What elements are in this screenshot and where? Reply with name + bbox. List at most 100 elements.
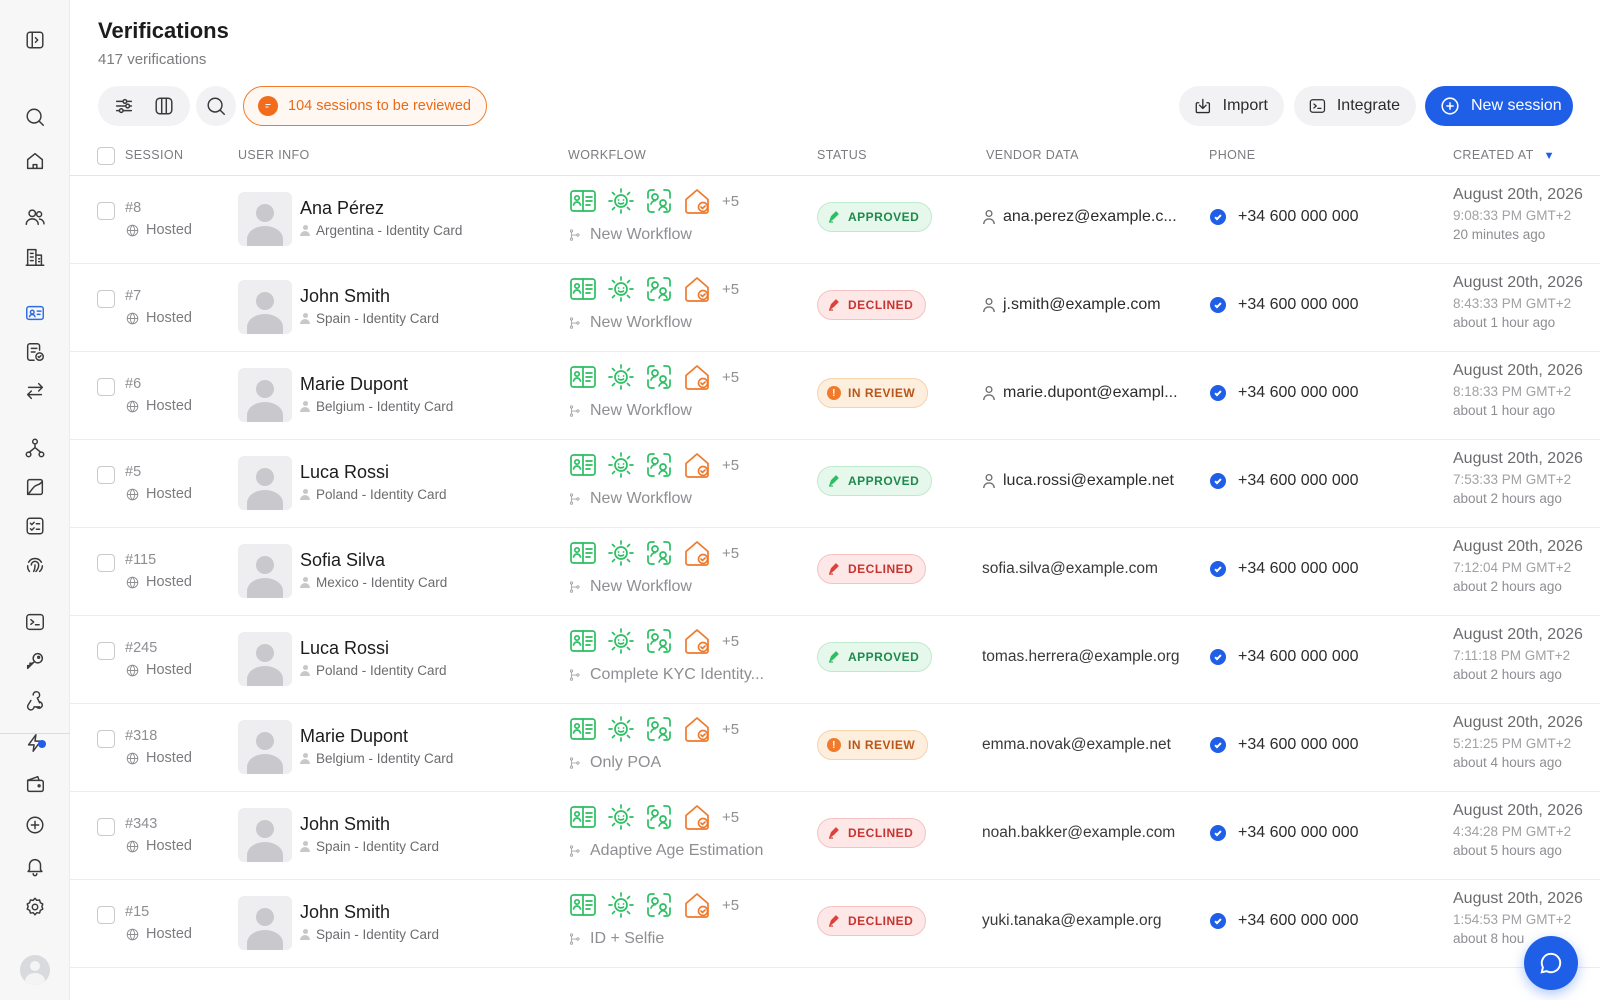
integrate-button[interactable]: Integrate [1294, 86, 1416, 126]
more-steps-count[interactable]: +5 [722, 457, 739, 474]
more-steps-count[interactable]: +5 [722, 897, 739, 914]
more-steps-count[interactable]: +5 [722, 193, 739, 210]
table-row[interactable]: #115 Hosted Sofia Silva Mexico - Identit… [70, 528, 1600, 616]
vendor-data[interactable]: ana.perez@example.c... [982, 208, 1177, 226]
session-id[interactable]: #7 [125, 288, 141, 304]
vendor-data[interactable]: emma.novak@example.net [982, 736, 1171, 754]
vendor-data[interactable]: luca.rossi@example.net [982, 472, 1174, 490]
vendor-data[interactable]: j.smith@example.com [982, 296, 1161, 314]
terminal-icon[interactable] [21, 608, 49, 636]
user-name[interactable]: Luca Rossi [300, 462, 389, 483]
table-row[interactable]: #343 Hosted John Smith Spain - Identity … [70, 792, 1600, 880]
filters-icon[interactable] [106, 88, 142, 124]
column-session[interactable]: SESSION [125, 148, 183, 162]
more-steps-count[interactable]: +5 [722, 545, 739, 562]
user-name[interactable]: John Smith [300, 902, 390, 923]
row-checkbox[interactable] [97, 378, 115, 396]
import-button[interactable]: Import [1179, 86, 1284, 126]
session-id[interactable]: #343 [125, 816, 157, 832]
session-id[interactable]: #115 [125, 552, 156, 568]
id-card-icon[interactable] [21, 299, 49, 327]
table-row[interactable]: #7 Hosted John Smith Spain - Identity Ca… [70, 264, 1600, 352]
user-name[interactable]: Marie Dupont [300, 374, 408, 395]
home-icon[interactable] [21, 147, 49, 175]
table-row[interactable]: #8 Hosted Ana Pérez Argentina - Identity… [70, 176, 1600, 264]
sort-desc-icon[interactable]: ▼ [1544, 150, 1555, 162]
settings-icon[interactable] [21, 893, 49, 921]
more-steps-count[interactable]: +5 [722, 809, 739, 826]
more-steps-count[interactable]: +5 [722, 369, 739, 386]
sessions-to-review-filter[interactable]: 104 sessions to be reviewed [243, 86, 487, 126]
column-workflow[interactable]: WORKFLOW [568, 148, 646, 162]
vendor-data[interactable]: marie.dupont@exampl... [982, 384, 1178, 402]
new-session-button[interactable]: New session [1425, 86, 1573, 126]
user-name[interactable]: Marie Dupont [300, 726, 408, 747]
row-checkbox[interactable] [97, 290, 115, 308]
transfer-icon[interactable] [21, 377, 49, 405]
session-id[interactable]: #6 [125, 376, 141, 392]
row-checkbox[interactable] [97, 202, 115, 220]
user-name[interactable]: Sofia Silva [300, 550, 385, 571]
vendor-data[interactable]: tomas.herrera@example.org [982, 648, 1180, 666]
row-checkbox[interactable] [97, 818, 115, 836]
key-icon[interactable] [21, 647, 49, 675]
user-name[interactable]: John Smith [300, 286, 390, 307]
workflow-icon[interactable] [21, 434, 49, 462]
column-status[interactable]: STATUS [817, 148, 867, 162]
workflow-name[interactable]: New Workflow [568, 226, 692, 244]
table-row[interactable]: #318 Hosted Marie Dupont Belgium - Ident… [70, 704, 1600, 792]
row-checkbox[interactable] [97, 642, 115, 660]
vendor-data[interactable]: sofia.silva@example.com [982, 560, 1158, 578]
workflow-name[interactable]: New Workflow [568, 490, 692, 508]
workflow-name[interactable]: ID + Selfie [568, 930, 664, 948]
plus-circle-icon[interactable] [21, 811, 49, 839]
session-id[interactable]: #318 [125, 728, 157, 744]
more-steps-count[interactable]: +5 [722, 281, 739, 298]
collapse-sidebar-icon[interactable] [21, 26, 49, 54]
column-vendor-data[interactable]: VENDOR DATA [986, 148, 1079, 162]
buildings-icon[interactable] [21, 243, 49, 271]
document-check-icon[interactable] [21, 338, 49, 366]
table-row[interactable]: #6 Hosted Marie Dupont Belgium - Identit… [70, 352, 1600, 440]
select-all-checkbox[interactable] [97, 147, 115, 165]
session-id[interactable]: #8 [125, 200, 141, 216]
more-steps-count[interactable]: +5 [722, 721, 739, 738]
vendor-data[interactable]: noah.bakker@example.com [982, 824, 1175, 842]
row-checkbox[interactable] [97, 906, 115, 924]
more-steps-count[interactable]: +5 [722, 633, 739, 650]
user-name[interactable]: Ana Pérez [300, 198, 384, 219]
table-row[interactable]: #5 Hosted Luca Rossi Poland - Identity C… [70, 440, 1600, 528]
checklist-icon[interactable] [21, 512, 49, 540]
row-checkbox[interactable] [97, 730, 115, 748]
wallet-icon[interactable] [21, 770, 49, 798]
users-icon[interactable] [21, 203, 49, 231]
column-created-at[interactable]: CREATED AT ▼ [1453, 148, 1555, 162]
fingerprint-icon[interactable] [21, 551, 49, 579]
session-id[interactable]: #15 [125, 904, 149, 920]
user-name[interactable]: Luca Rossi [300, 638, 389, 659]
session-id[interactable]: #245 [125, 640, 157, 656]
user-avatar[interactable] [20, 955, 50, 985]
column-user-info[interactable]: USER INFO [238, 148, 310, 162]
workflow-name[interactable]: New Workflow [568, 314, 692, 332]
webhook-icon[interactable] [21, 686, 49, 714]
user-name[interactable]: John Smith [300, 814, 390, 835]
workflow-name[interactable]: Only POA [568, 754, 661, 772]
bell-icon[interactable] [21, 852, 49, 880]
workflow-name[interactable]: Adaptive Age Estimation [568, 842, 763, 860]
columns-icon[interactable] [146, 88, 182, 124]
search-icon[interactable] [21, 103, 49, 131]
vendor-data[interactable]: yuki.tanaka@example.org [982, 912, 1161, 930]
support-chat-button[interactable] [1524, 936, 1578, 990]
workflow-name[interactable]: New Workflow [568, 578, 692, 596]
row-checkbox[interactable] [97, 554, 115, 572]
search-button[interactable] [196, 86, 236, 126]
table-row[interactable]: #15 Hosted John Smith Spain - Identity C… [70, 880, 1600, 968]
analytics-icon[interactable] [21, 473, 49, 501]
row-checkbox[interactable] [97, 466, 115, 484]
workflow-name[interactable]: New Workflow [568, 402, 692, 420]
table-row[interactable]: #245 Hosted Luca Rossi Poland - Identity… [70, 616, 1600, 704]
workflow-name[interactable]: Complete KYC Identity... [568, 666, 764, 684]
session-id[interactable]: #5 [125, 464, 141, 480]
column-phone[interactable]: PHONE [1209, 148, 1255, 162]
